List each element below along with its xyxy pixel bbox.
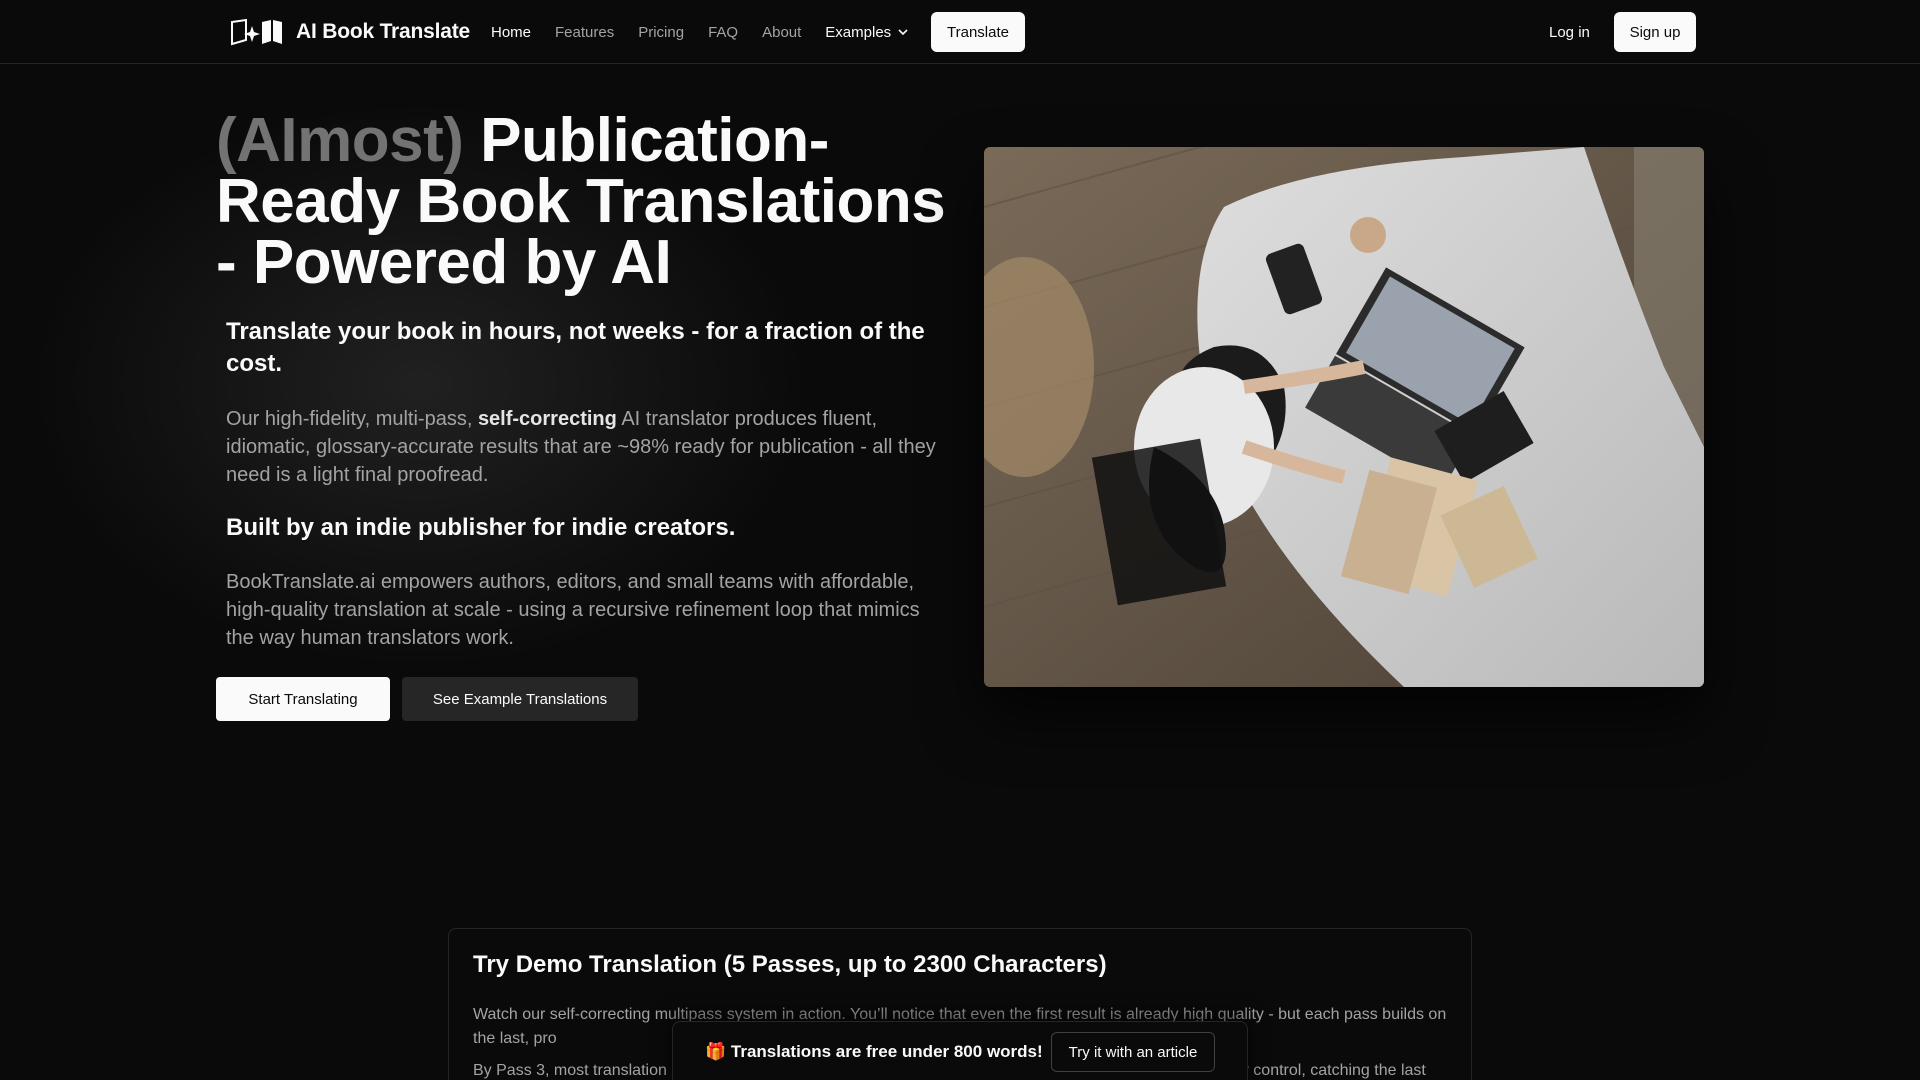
description-emphasis: self-correcting (477, 408, 617, 430)
indie-description: BookTranslate.ai empowers authors, edito… (226, 571, 920, 649)
hero-subhead: Translate your book in hours, not weeks … (226, 318, 925, 377)
nav-home[interactable]: Home (491, 24, 531, 41)
demo-description-right: y control, catching the last (1240, 1062, 1426, 1079)
login-link[interactable]: Log in (1549, 12, 1590, 52)
nav-faq[interactable]: FAQ (708, 24, 738, 41)
book-sparkle-logo-icon (231, 18, 282, 46)
nav-examples-dropdown[interactable]: Examples (825, 24, 909, 41)
description-text: Our high-fidelity, multi-pass, (226, 408, 478, 430)
hero-image (984, 147, 1704, 687)
nav-examples-label: Examples (825, 23, 892, 41)
try-article-button[interactable]: Try it with an article (1051, 1032, 1215, 1072)
headline-muted: (AImost) (216, 106, 464, 175)
main-nav: Home Features Pricing FAQ About Examples (491, 0, 933, 64)
chevron-down-icon (898, 29, 908, 36)
free-words-banner: 🎁 Translations are free under 800 words!… (672, 1021, 1248, 1080)
demo-description-left: By Pass 3, most translation (473, 1062, 667, 1079)
brand-name: AI Book Translate (296, 20, 470, 43)
nav-features[interactable]: Features (555, 24, 614, 41)
banner-text: 🎁 Translations are free under 800 words! (705, 1042, 1043, 1061)
hero-headline: (AImost) Publication-Ready Book Translat… (216, 110, 956, 294)
brand-logo[interactable]: AI Book Translate (228, 16, 470, 48)
hero-description: Our high-fidelity, multi-pass, self-corr… (226, 405, 936, 489)
start-translating-button[interactable]: Start Translating (216, 677, 390, 721)
site-header: AI Book Translate Home Features Pricing … (0, 0, 1920, 64)
signup-button[interactable]: Sign up (1614, 12, 1696, 52)
person-laptop-books-illustration (984, 147, 1704, 687)
nav-pricing[interactable]: Pricing (638, 24, 684, 41)
see-examples-button[interactable]: See Example Translations (402, 677, 638, 721)
indie-heading: Built by an indie publisher for indie cr… (226, 514, 736, 541)
nav-about[interactable]: About (762, 24, 801, 41)
demo-title: Try Demo Translation (5 Passes, up to 23… (473, 951, 1107, 978)
translate-button[interactable]: Translate (931, 12, 1025, 52)
